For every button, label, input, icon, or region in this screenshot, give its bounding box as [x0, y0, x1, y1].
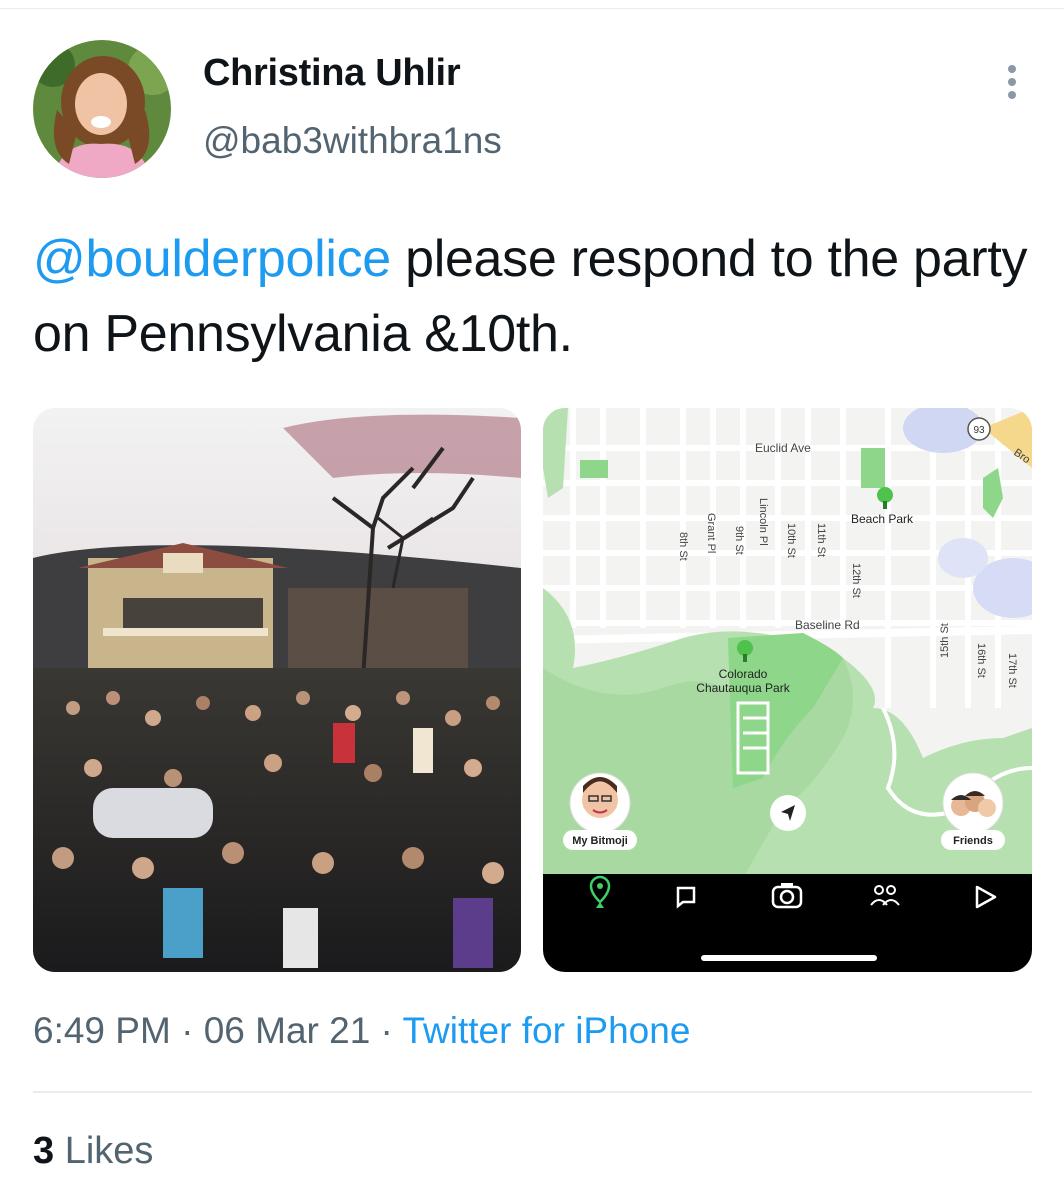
street-16th: 16th St	[975, 643, 987, 678]
tweet-time: 6:49 PM	[33, 1010, 171, 1051]
tweet-metadata: 6:49 PM · 06 Mar 21 · Twitter for iPhone	[33, 1010, 691, 1051]
street-grant: Grant Pl	[705, 513, 717, 553]
street-euclid: Euclid Ave	[755, 441, 811, 455]
street-15th: 15th St	[939, 623, 951, 658]
tweet-date: 06 Mar 21	[203, 1010, 371, 1051]
top-divider	[0, 8, 1064, 9]
home-indicator	[701, 955, 877, 961]
street-11th: 11th St	[815, 523, 827, 557]
more-options-icon[interactable]	[1000, 62, 1024, 102]
tweet-text: @boulderpolice please respond to the par…	[33, 222, 1043, 372]
street-12th: 12th St	[850, 563, 862, 598]
likes-count-link[interactable]: 3 Likes	[33, 1130, 153, 1173]
mention-link[interactable]: @boulderpolice	[33, 230, 391, 288]
street-lincoln: Lincoln Pl	[757, 498, 769, 546]
street-baseline: Baseline Rd	[795, 618, 860, 632]
route-93-badge: 93	[967, 417, 991, 441]
tweet-source-link[interactable]: Twitter for iPhone	[403, 1010, 691, 1051]
friends-label: Friends	[953, 835, 993, 847]
my-bitmoji-label: My Bitmoji	[572, 835, 628, 847]
likes-number: 3	[33, 1130, 55, 1172]
author-name[interactable]: Christina Uhlir	[203, 52, 461, 95]
party-photo[interactable]	[33, 408, 521, 972]
author-handle[interactable]: @bab3withbra1ns	[203, 120, 502, 162]
beach-park-label[interactable]: Beach Park	[851, 512, 914, 526]
chautauqua-label-1[interactable]: Colorado	[719, 667, 768, 681]
route-93-label: 93	[973, 425, 985, 436]
street-17th: 17th St	[1006, 653, 1018, 688]
chautauqua-label-2[interactable]: Chautauqua Park	[696, 681, 790, 695]
street-8th: 8th St	[677, 532, 689, 561]
street-9th: 9th St	[733, 526, 745, 555]
street-10th: 10th St	[785, 523, 797, 558]
likes-label: Likes	[64, 1130, 154, 1172]
compass-arrow-icon[interactable]	[770, 795, 806, 831]
snap-map-screenshot[interactable]: Euclid Ave Baseline Rd 8th St Grant Pl 9…	[543, 408, 1032, 972]
divider	[33, 1091, 1032, 1093]
author-avatar[interactable]	[33, 40, 171, 178]
friends-button[interactable]: Friends	[941, 772, 1005, 850]
